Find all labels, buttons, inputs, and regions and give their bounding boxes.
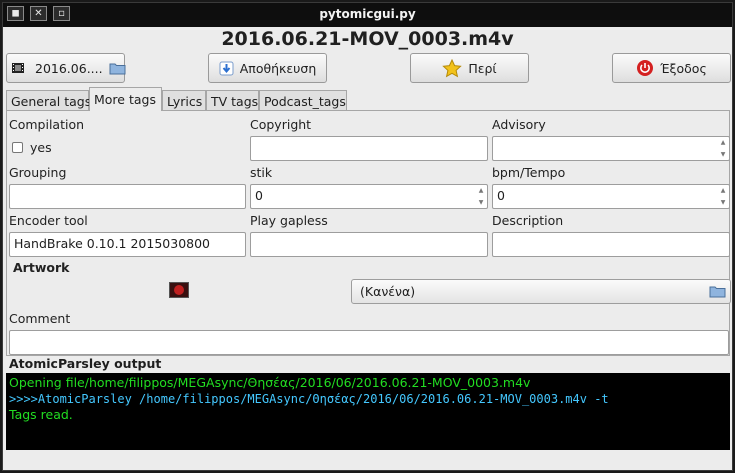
more-tags-panel: Compilation yes Copyright Advisory ▲ ▼ G… [6, 110, 731, 356]
stik-input[interactable]: 0 ▲ ▼ [250, 184, 488, 209]
output-line: >>>>AtomicParsley /home/filippos/MEGAsyn… [9, 392, 609, 406]
comment-label: Comment [9, 311, 71, 326]
bpm-input[interactable]: 0 ▲ ▼ [492, 184, 730, 209]
grouping-label: Grouping [9, 165, 67, 180]
artwork-placeholder-icon [174, 285, 184, 295]
chevron-down-icon: ▼ [720, 150, 726, 158]
artwork-selected-value: (Κανένα) [360, 284, 416, 299]
exit-button[interactable]: Έξοδος [612, 53, 731, 83]
chevron-up-icon: ▲ [720, 139, 726, 147]
copyright-label: Copyright [250, 117, 312, 132]
stik-spinner[interactable]: ▲ ▼ [475, 185, 487, 208]
tab-tv-tags[interactable]: TV tags [206, 90, 259, 111]
save-button[interactable]: Αποθήκευση [208, 53, 327, 83]
bpm-spinner[interactable]: ▲ ▼ [717, 185, 729, 208]
artwork-thumbnail[interactable] [169, 282, 189, 298]
advisory-input[interactable]: ▲ ▼ [492, 136, 730, 161]
about-button[interactable]: Περί [410, 53, 529, 83]
film-icon [11, 61, 25, 75]
advisory-spinner[interactable]: ▲ ▼ [717, 137, 729, 160]
app-window: ◼ ✕ ▫ pytomicgui.py 2016.06.21-MOV_0003.… [2, 2, 733, 471]
description-input[interactable] [492, 232, 730, 257]
encoder-tool-input[interactable]: HandBrake 0.10.1 2015030800 [9, 232, 246, 257]
copyright-input[interactable] [250, 136, 488, 161]
artwork-label: Artwork [13, 260, 70, 275]
power-icon [636, 59, 654, 77]
open-file-label: 2016.06.... [35, 60, 103, 76]
output-line: Tags read. [9, 407, 73, 422]
file-title: 2016.06.21-MOV_0003.m4v [221, 28, 514, 50]
output-console[interactable]: Opening file/home/filippos/MEGAsync/Θησέ… [6, 373, 730, 450]
play-gapless-label: Play gapless [250, 213, 328, 228]
open-file-button[interactable]: 2016.06.... [6, 53, 126, 83]
output-heading: AtomicParsley output [9, 356, 162, 371]
compilation-checkbox[interactable] [12, 142, 23, 153]
encoder-tool-label: Encoder tool [9, 213, 88, 228]
output-line: Opening file/home/filippos/MEGAsync/Θησέ… [9, 375, 531, 390]
window-title: pytomicgui.py [319, 7, 416, 21]
chevron-down-icon: ▼ [478, 198, 484, 206]
bpm-label: bpm/Tempo [492, 165, 566, 180]
chevron-up-icon: ▲ [478, 187, 484, 195]
compilation-label: Compilation [9, 117, 85, 132]
about-label: Περί [468, 60, 497, 76]
compilation-yes-label: yes [30, 140, 52, 155]
chevron-down-icon: ▼ [720, 198, 726, 206]
stik-value: 0 [255, 188, 263, 203]
star-icon [442, 58, 463, 78]
tab-podcast-tags[interactable]: Podcast_tags [259, 90, 347, 111]
play-gapless-input[interactable] [250, 232, 488, 257]
folder-icon [109, 61, 126, 75]
tab-more-tags[interactable]: More tags [89, 87, 162, 111]
advisory-label: Advisory [492, 117, 546, 132]
chevron-up-icon: ▲ [720, 187, 726, 195]
tab-lyrics[interactable]: Lyrics [162, 90, 206, 111]
save-label: Αποθήκευση [239, 60, 317, 76]
description-label: Description [492, 213, 564, 228]
grouping-input[interactable] [9, 184, 246, 209]
save-icon [219, 61, 234, 76]
exit-label: Έξοδος [660, 60, 707, 76]
tab-bar: General tags More tags Lyrics TV tags Po… [6, 87, 730, 111]
tab-general-tags[interactable]: General tags [6, 90, 91, 111]
comment-input[interactable] [9, 330, 729, 355]
bpm-value: 0 [497, 188, 505, 203]
artwork-file-chooser[interactable]: (Κανένα) [351, 279, 731, 304]
folder-icon [709, 284, 726, 298]
stik-label: stik [250, 165, 273, 180]
title-bar[interactable]: ◼ ✕ ▫ pytomicgui.py [3, 3, 732, 27]
